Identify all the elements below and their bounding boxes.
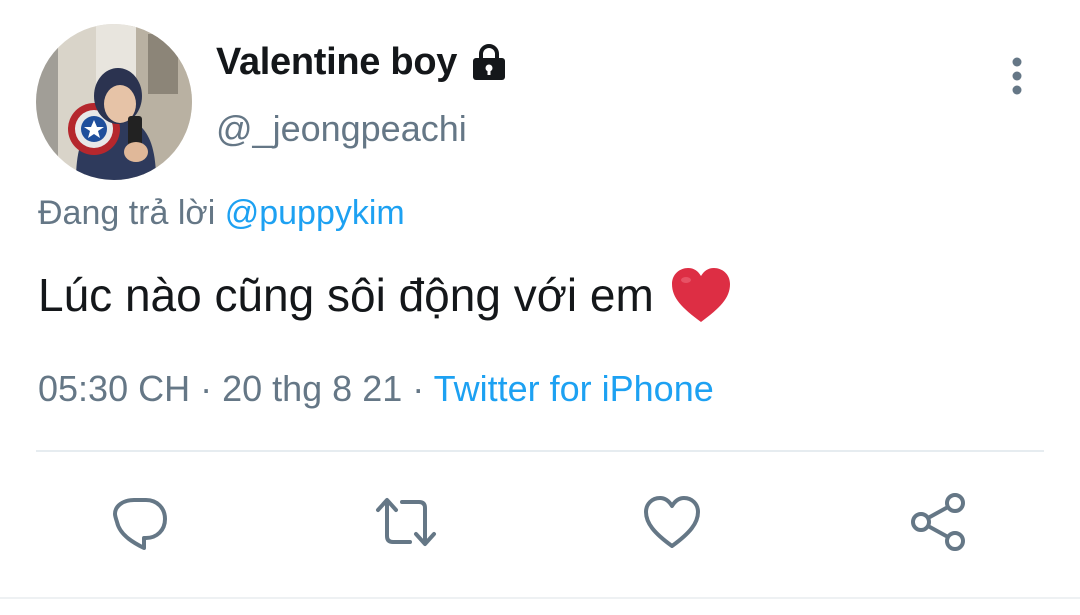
heart-icon[interactable] [640, 490, 704, 554]
share-icon[interactable] [906, 490, 970, 554]
action-bar [0, 490, 1080, 560]
reply-mention-link[interactable]: @puppykim [225, 194, 405, 232]
meta-separator: · [190, 368, 223, 409]
bottom-divider [0, 597, 1080, 599]
tweet-source-link[interactable]: Twitter for iPhone [434, 368, 714, 409]
retweet-icon[interactable] [374, 490, 438, 554]
tweet-body: Lúc nào cũng sôi động với em [38, 269, 654, 321]
meta-separator: · [402, 368, 434, 409]
reply-icon[interactable] [108, 490, 172, 554]
divider [36, 450, 1044, 452]
tweet-meta: 05:30 CH · 20 thg 8 21 · Twitter for iPh… [38, 368, 714, 410]
tweet-time: 05:30 CH [38, 368, 191, 409]
tweet-text: Lúc nào cũng sôi động với em [38, 266, 732, 324]
avatar-image [36, 24, 192, 180]
avatar[interactable] [36, 24, 192, 180]
display-name[interactable]: Valentine boy [216, 41, 457, 84]
author-handle[interactable]: @_jeongpeachi [216, 108, 467, 150]
more-vertical-icon[interactable] [1000, 54, 1034, 98]
reply-context: Đang trả lời @puppykim [38, 194, 405, 233]
lock-icon [469, 40, 509, 84]
red-heart-emoji-icon [670, 266, 732, 324]
reply-prefix: Đang trả lời [38, 194, 225, 232]
tweet-date: 20 thg 8 21 [222, 368, 403, 409]
author-name-row[interactable]: Valentine boy [216, 40, 509, 84]
